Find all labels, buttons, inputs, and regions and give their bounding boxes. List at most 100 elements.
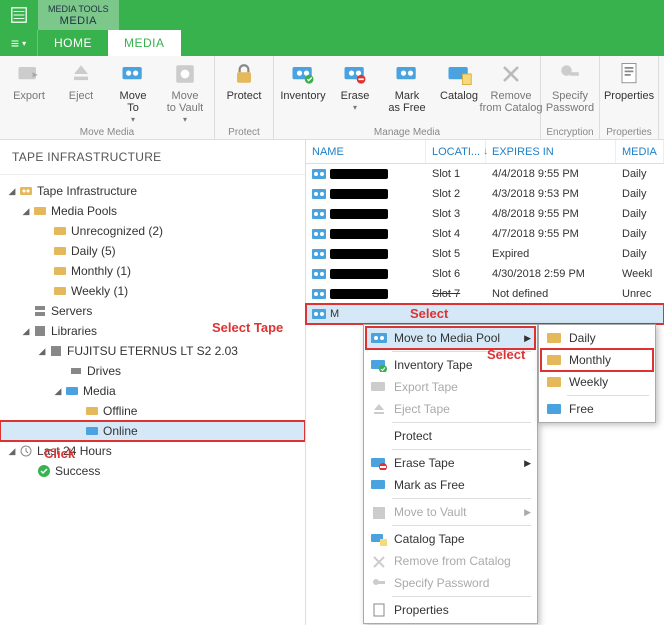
tab-home[interactable]: HOME <box>38 30 108 56</box>
col-location[interactable]: LOCATI...↓ <box>426 140 486 163</box>
ctx-eject-tape: Eject Tape <box>366 398 535 420</box>
inventory-button[interactable]: Inventory <box>278 58 328 102</box>
online-icon <box>84 423 100 439</box>
tree-monthly[interactable]: Monthly (1) <box>0 261 305 281</box>
export-button[interactable]: Export <box>4 58 54 102</box>
pool-icon <box>52 263 68 279</box>
media-icon <box>64 383 80 399</box>
submenu-arrow-icon: ▶ <box>524 333 531 344</box>
move-to-vault-button[interactable]: Move to Vault▾ <box>160 58 210 124</box>
tree-servers[interactable]: Servers <box>0 301 305 321</box>
table-row[interactable]: Slot 7Not definedUnrec <box>306 284 664 304</box>
context-tab-supertitle: MEDIA TOOLS <box>48 4 109 14</box>
ctx-move-to-media-pool[interactable]: Move to Media Pool▶ <box>366 327 535 349</box>
ribbon-group-label: Manage Media <box>278 126 536 138</box>
offline-icon <box>84 403 100 419</box>
sidebar-title: TAPE INFRASTRUCTURE <box>0 140 305 175</box>
context-tab-title: MEDIA <box>60 14 97 28</box>
app-icon <box>0 0 38 30</box>
ctx-export-tape: Export Tape <box>366 376 535 398</box>
tree-drives[interactable]: Drives <box>0 361 305 381</box>
ribbon-group-manage-media: Inventory Erase▾ Mark as Free Catalog Re… <box>274 56 541 139</box>
libraries-icon <box>32 323 48 339</box>
redacted-name <box>330 169 388 179</box>
tab-media[interactable]: MEDIA <box>108 30 181 56</box>
catalog-button[interactable]: Catalog <box>434 58 484 102</box>
servers-icon <box>32 303 48 319</box>
tape-icon <box>370 329 388 347</box>
media-pools-icon <box>32 203 48 219</box>
specify-password-button[interactable]: Specify Password <box>545 58 595 114</box>
data-rows: Slot 14/4/2018 9:55 PMDaily Slot 24/3/20… <box>306 164 664 324</box>
pool-icon <box>52 243 68 259</box>
submenu-daily[interactable]: Daily <box>541 327 653 349</box>
context-menu: Move to Media Pool▶ Inventory Tape Expor… <box>363 324 538 624</box>
title-context-tab[interactable]: MEDIA TOOLS MEDIA <box>38 0 119 30</box>
tree-unrecognized[interactable]: Unrecognized (2) <box>0 221 305 241</box>
table-row[interactable]: Slot 24/3/2018 9:53 PMDaily <box>306 184 664 204</box>
table-row[interactable]: Slot 5ExpiredDaily <box>306 244 664 264</box>
col-expires[interactable]: EXPIRES IN <box>486 140 616 163</box>
tree-offline[interactable]: Offline <box>0 401 305 421</box>
submenu-free[interactable]: Free <box>541 398 653 420</box>
col-name[interactable]: NAME <box>306 140 426 163</box>
tree-root[interactable]: ◢Tape Infrastructure <box>0 181 305 201</box>
clock-icon <box>18 443 34 459</box>
submenu-monthly[interactable]: Monthly <box>541 349 653 371</box>
col-media[interactable]: MEDIA <box>616 140 664 163</box>
ribbon-group-label: Protect <box>219 126 269 138</box>
pool-icon <box>52 283 68 299</box>
ribbon-group-encryption: Specify Password Encryption <box>541 56 600 139</box>
move-to-button[interactable]: Move To▾ <box>108 58 158 124</box>
table-row-selected[interactable]: M <box>306 304 664 324</box>
ribbon-group-label: Move Media <box>4 126 210 138</box>
ribbon-group-move-media: Export Eject Move To▾ Move to Vault▾ Mov… <box>0 56 215 139</box>
mark-as-free-button[interactable]: Mark as Free <box>382 58 432 114</box>
tree-library[interactable]: ◢FUJITSU ETERNUS LT S2 2.03 <box>0 341 305 361</box>
title-bar: MEDIA TOOLS MEDIA <box>0 0 664 30</box>
app-menu-button[interactable]: ≡ ▾ <box>0 30 38 56</box>
sidebar: TAPE INFRASTRUCTURE ◢Tape Infrastructure… <box>0 140 306 625</box>
table-row[interactable]: Slot 44/7/2018 9:55 PMDaily <box>306 224 664 244</box>
separator <box>392 351 531 352</box>
ctx-move-to-vault: Move to Vault▶ <box>366 501 535 523</box>
table-row[interactable]: Slot 14/4/2018 9:55 PMDaily <box>306 164 664 184</box>
column-headers: NAME LOCATI...↓ EXPIRES IN MEDIA <box>306 140 664 164</box>
ribbon-group-label: Properties <box>604 126 654 138</box>
tree-media-pools[interactable]: ◢Media Pools <box>0 201 305 221</box>
submenu-media-pool: Daily Monthly Weekly Free <box>538 324 656 423</box>
tree-success[interactable]: Success <box>0 461 305 481</box>
protect-button[interactable]: Protect <box>219 58 269 102</box>
table-row[interactable]: Slot 64/30/2018 2:59 PMWeekl <box>306 264 664 284</box>
ribbon: Export Eject Move To▾ Move to Vault▾ Mov… <box>0 56 664 140</box>
eject-button[interactable]: Eject <box>56 58 106 102</box>
tree: ◢Tape Infrastructure ◢Media Pools Unreco… <box>0 175 305 625</box>
ctx-protect[interactable]: Protect <box>366 425 535 447</box>
ribbon-group-label: Encryption <box>545 126 595 138</box>
tree-daily[interactable]: Daily (5) <box>0 241 305 261</box>
tree-online[interactable]: Online <box>0 421 305 441</box>
ctx-catalog-tape[interactable]: Catalog Tape <box>366 528 535 550</box>
ctx-specify-password: Specify Password <box>366 572 535 594</box>
tape-icon <box>312 168 326 180</box>
ribbon-group-properties: Properties Properties <box>600 56 659 139</box>
success-icon <box>36 463 52 479</box>
drives-icon <box>68 363 84 379</box>
ctx-erase-tape[interactable]: Erase Tape▶ <box>366 452 535 474</box>
tree-media[interactable]: ◢Media <box>0 381 305 401</box>
library-icon <box>48 343 64 359</box>
remove-from-catalog-button[interactable]: Remove from Catalog <box>486 58 536 114</box>
table-row[interactable]: Slot 34/8/2018 9:55 PMDaily <box>306 204 664 224</box>
ctx-properties[interactable]: Properties <box>366 599 535 621</box>
tree-last-24-hours[interactable]: ◢Last 24 Hours <box>0 441 305 461</box>
erase-button[interactable]: Erase▾ <box>330 58 380 112</box>
properties-button[interactable]: Properties <box>604 58 654 102</box>
submenu-weekly[interactable]: Weekly <box>541 371 653 393</box>
ctx-inventory-tape[interactable]: Inventory Tape <box>366 354 535 376</box>
tree-libraries[interactable]: ◢Libraries <box>0 321 305 341</box>
ctx-mark-as-free[interactable]: Mark as Free <box>366 474 535 496</box>
ribbon-group-protect: Protect Protect <box>215 56 274 139</box>
tree-weekly[interactable]: Weekly (1) <box>0 281 305 301</box>
tape-infra-icon <box>18 183 34 199</box>
pool-icon <box>52 223 68 239</box>
